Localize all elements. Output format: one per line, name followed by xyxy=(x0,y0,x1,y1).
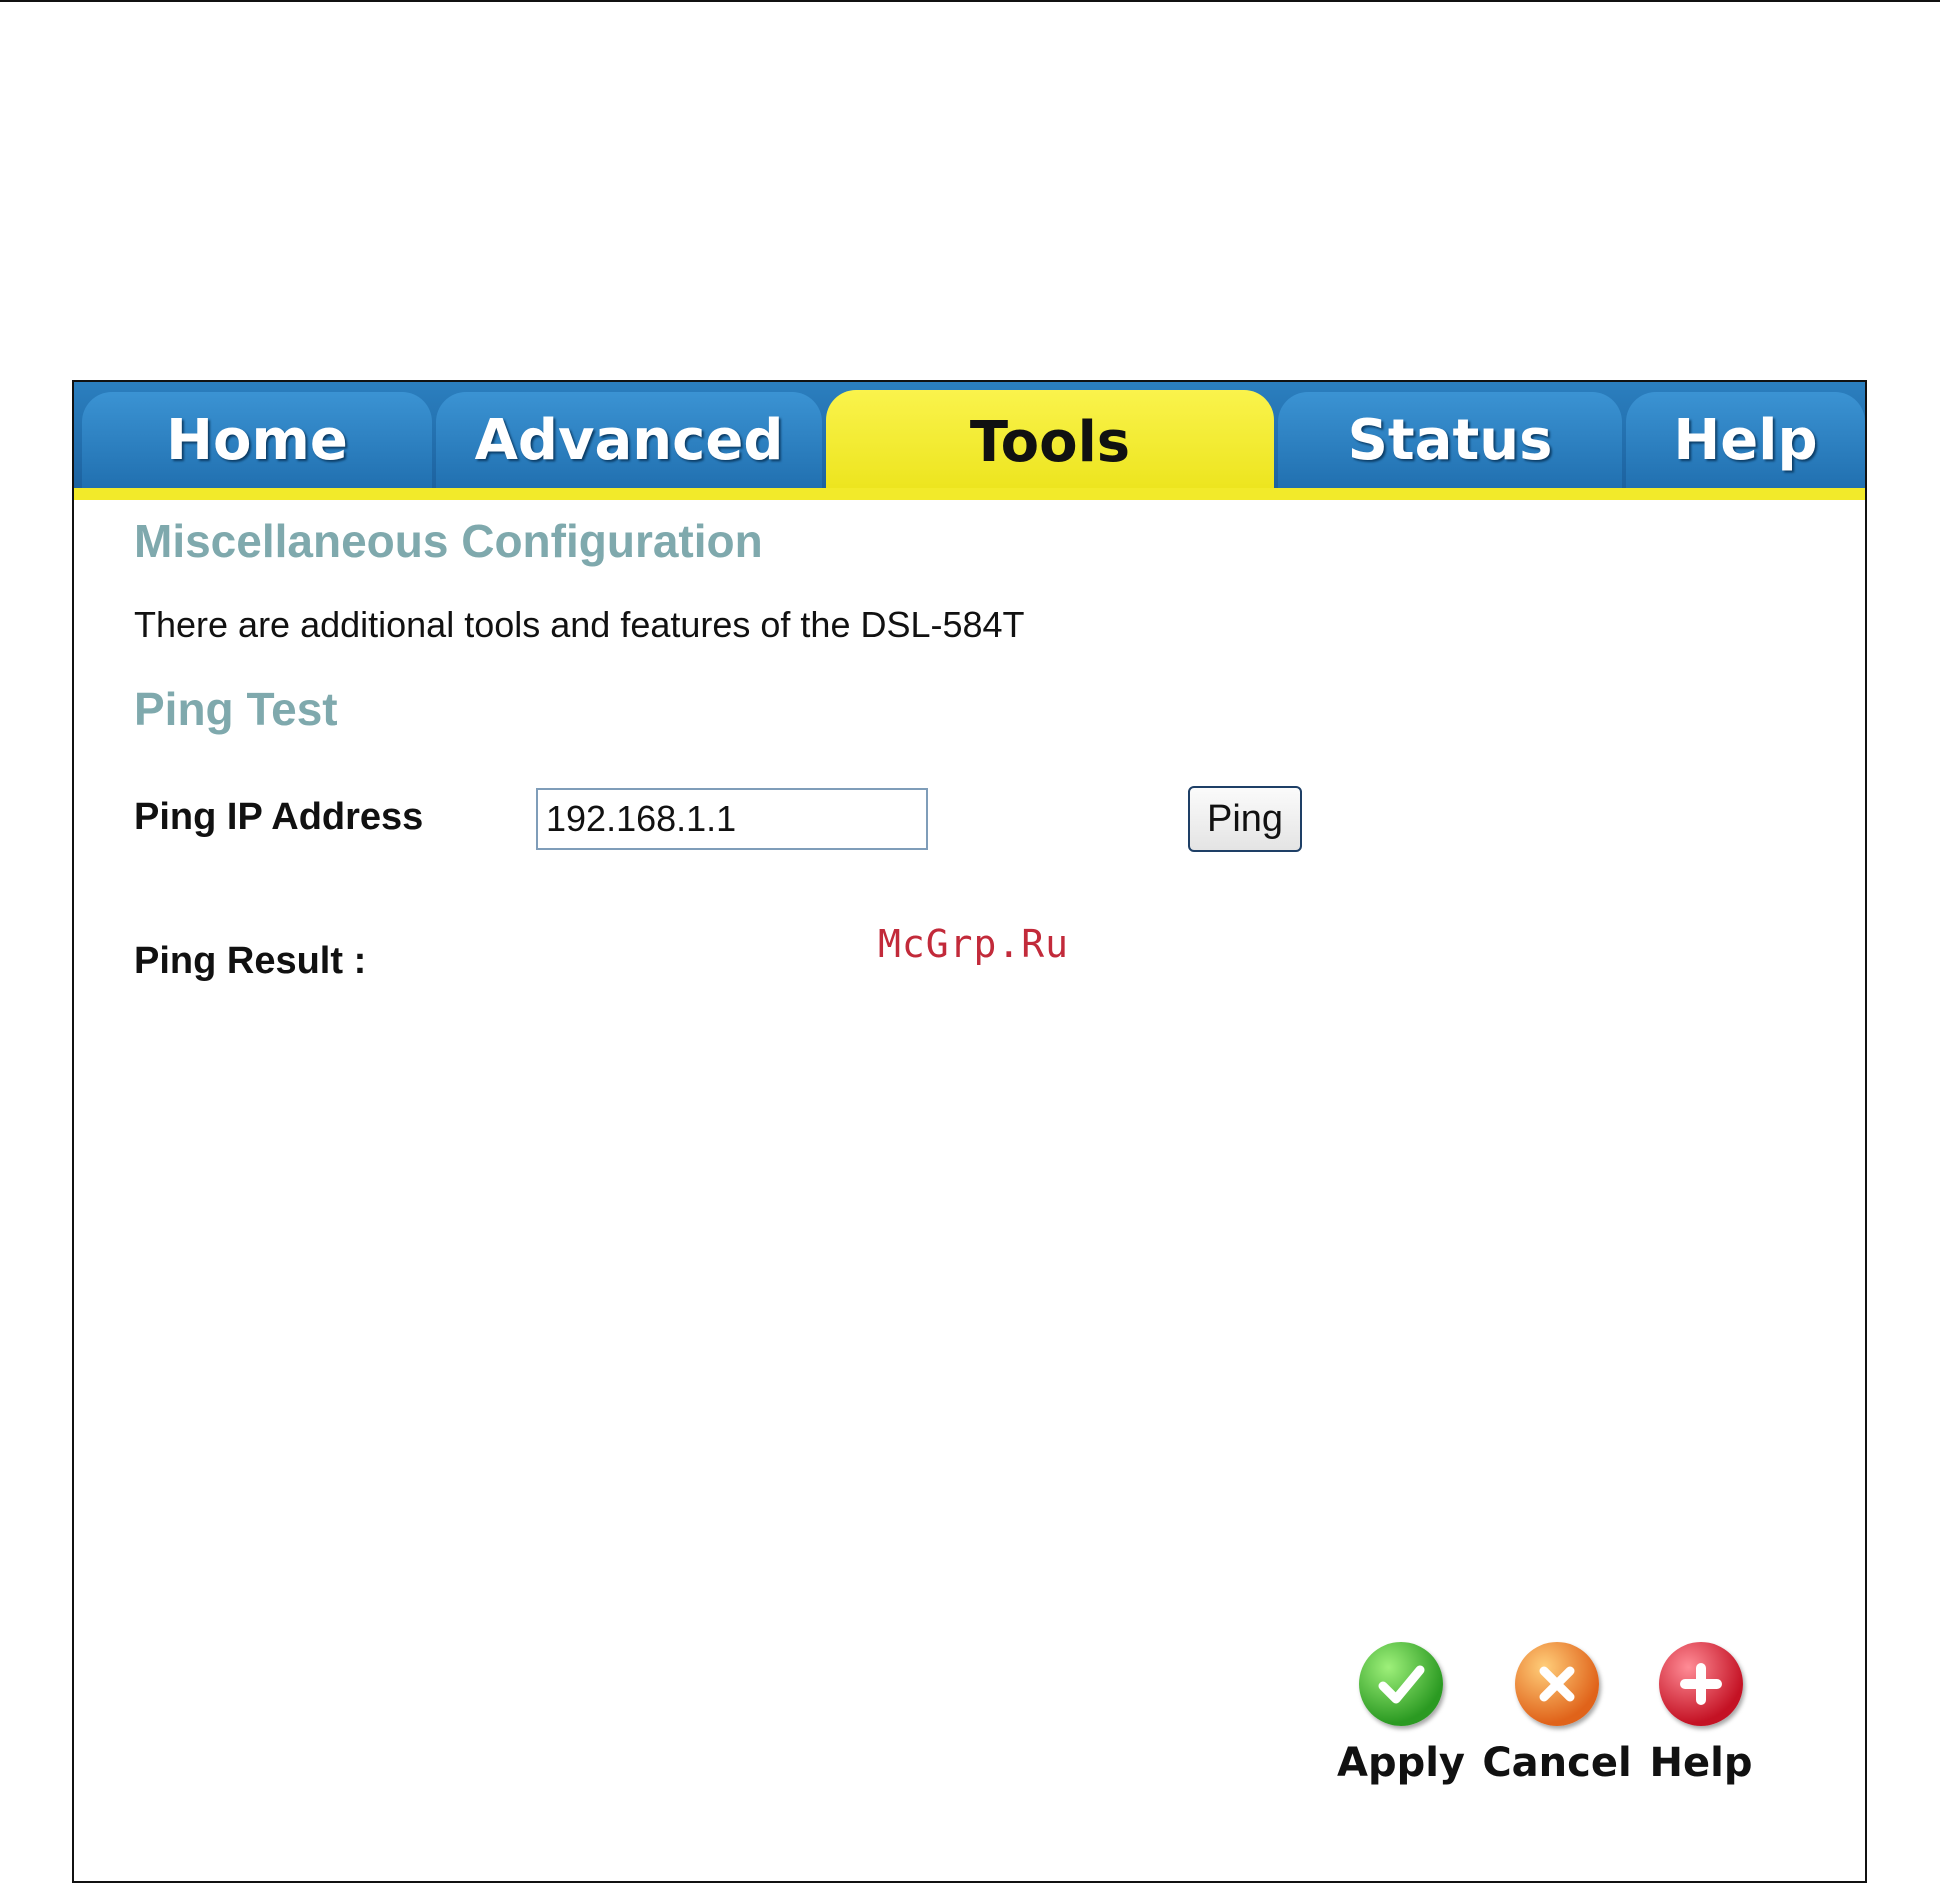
ping-result-label: Ping Result : xyxy=(134,940,367,982)
ping-button[interactable]: Ping xyxy=(1188,786,1302,852)
close-icon xyxy=(1515,1642,1599,1726)
top-rule xyxy=(0,0,1940,2)
page-description: There are additional tools and features … xyxy=(134,604,1025,645)
ping-ip-label: Ping IP Address xyxy=(134,796,424,838)
watermark: McGrp.Ru xyxy=(878,922,1070,966)
tab-home[interactable]: Home xyxy=(82,392,432,488)
help-label: Help xyxy=(1649,1740,1753,1786)
tab-advanced[interactable]: Advanced xyxy=(436,392,822,488)
ping-test-heading: Ping Test xyxy=(134,683,338,735)
apply-label: Apply xyxy=(1336,1740,1465,1786)
tab-status[interactable]: Status xyxy=(1278,392,1622,488)
checkmark-icon xyxy=(1359,1642,1443,1726)
tab-tools[interactable]: Tools xyxy=(826,390,1274,494)
cancel-label: Cancel xyxy=(1482,1740,1632,1786)
plus-icon xyxy=(1659,1642,1743,1726)
ping-ip-input[interactable] xyxy=(536,788,928,850)
tab-bar-underline xyxy=(74,488,1865,500)
main-tab-bar: Home Advanced Tools Status Help xyxy=(74,382,1865,500)
router-config-panel: Home Advanced Tools Status Help Miscella… xyxy=(72,380,1867,1883)
apply-button[interactable]: Apply xyxy=(1326,1642,1476,1786)
cancel-button[interactable]: Cancel xyxy=(1482,1642,1632,1786)
tab-help[interactable]: Help xyxy=(1626,392,1865,488)
page-title: Miscellaneous Configuration xyxy=(134,515,763,567)
help-button[interactable]: Help xyxy=(1626,1642,1776,1786)
